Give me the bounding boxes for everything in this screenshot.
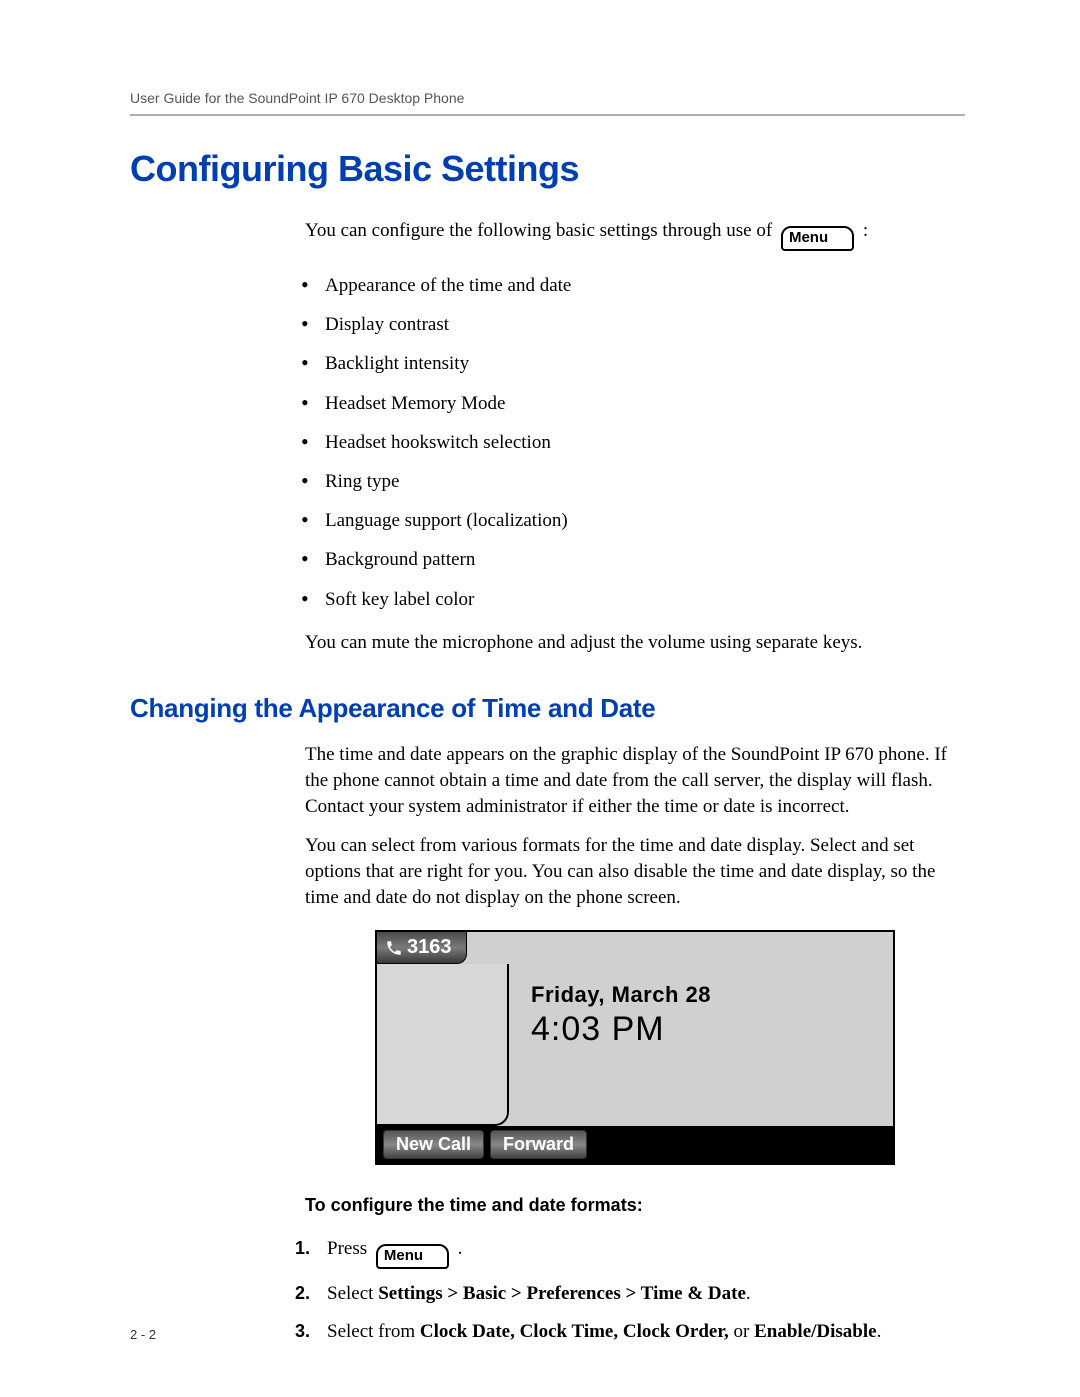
step-3: Select from Clock Date, Clock Time, Cloc… bbox=[315, 1317, 965, 1346]
extension-tab: 3163 bbox=[377, 932, 467, 964]
phone-left-column bbox=[377, 964, 509, 1126]
step-2-post: . bbox=[746, 1283, 751, 1304]
list-item: Ring type bbox=[325, 463, 965, 498]
step-3-bold: Clock Date, Clock Time, Clock Order, bbox=[420, 1321, 734, 1342]
page-number: 2 - 2 bbox=[130, 1327, 156, 1342]
step-1-pre: Press bbox=[327, 1238, 367, 1259]
list-item: Display contrast bbox=[325, 306, 965, 341]
subsection-heading: Changing the Appearance of Time and Date bbox=[130, 693, 965, 724]
step-2-bold: Settings > Basic > Preferences > Time & … bbox=[378, 1283, 746, 1304]
phone-topbar: 3163 bbox=[377, 932, 893, 964]
intro-paragraph: You can configure the following basic se… bbox=[305, 218, 965, 253]
step-1: Press Menu . bbox=[315, 1234, 965, 1271]
step-3-bold2: Enable/Disable bbox=[754, 1321, 876, 1342]
header-rule bbox=[130, 114, 965, 116]
phone-handset-icon bbox=[385, 939, 403, 957]
procedure-steps: Press Menu . Select Settings > Basic > P… bbox=[305, 1234, 965, 1346]
menu-key-icon: Menu bbox=[781, 226, 854, 251]
phone-date: Friday, March 28 bbox=[531, 982, 883, 1008]
menu-key-icon: Menu bbox=[376, 1244, 449, 1269]
softkey-forward: Forward bbox=[490, 1130, 587, 1159]
list-item: Appearance of the time and date bbox=[325, 267, 965, 302]
procedure-heading: To configure the time and date formats: bbox=[305, 1195, 965, 1216]
intro-tail: : bbox=[858, 220, 868, 241]
softkey-bar: New Call Forward bbox=[377, 1126, 893, 1163]
running-header: User Guide for the SoundPoint IP 670 Des… bbox=[130, 90, 965, 114]
extension-number: 3163 bbox=[407, 936, 452, 959]
time-date-p2: You can select from various formats for … bbox=[305, 833, 965, 910]
list-item: Soft key label color bbox=[325, 581, 965, 616]
list-item: Backlight intensity bbox=[325, 345, 965, 380]
settings-list: Appearance of the time and date Display … bbox=[305, 267, 965, 616]
softkey-new-call: New Call bbox=[383, 1130, 484, 1159]
mute-note: You can mute the microphone and adjust t… bbox=[305, 630, 965, 656]
phone-mid: Friday, March 28 4:03 PM bbox=[377, 964, 893, 1126]
step-3-mid: or bbox=[734, 1321, 755, 1342]
step-3-post: . bbox=[877, 1321, 882, 1342]
phone-screenshot: 3163 Friday, March 28 4:03 PM New Call F… bbox=[375, 930, 895, 1165]
list-item: Headset Memory Mode bbox=[325, 385, 965, 420]
intro-lead: You can configure the following basic se… bbox=[305, 220, 772, 241]
phone-time: 4:03 PM bbox=[531, 1010, 883, 1049]
list-item: Headset hookswitch selection bbox=[325, 424, 965, 459]
step-2: Select Settings > Basic > Preferences > … bbox=[315, 1279, 965, 1308]
time-date-p1: The time and date appears on the graphic… bbox=[305, 742, 965, 819]
phone-frame: 3163 Friday, March 28 4:03 PM New Call F… bbox=[375, 930, 895, 1165]
step-2-pre: Select bbox=[327, 1283, 378, 1304]
list-item: Language support (localization) bbox=[325, 502, 965, 537]
section-heading: Configuring Basic Settings bbox=[130, 148, 965, 190]
step-1-post: . bbox=[453, 1238, 463, 1259]
phone-main-area: Friday, March 28 4:03 PM bbox=[509, 964, 893, 1126]
list-item: Background pattern bbox=[325, 541, 965, 576]
step-3-pre: Select from bbox=[327, 1321, 420, 1342]
